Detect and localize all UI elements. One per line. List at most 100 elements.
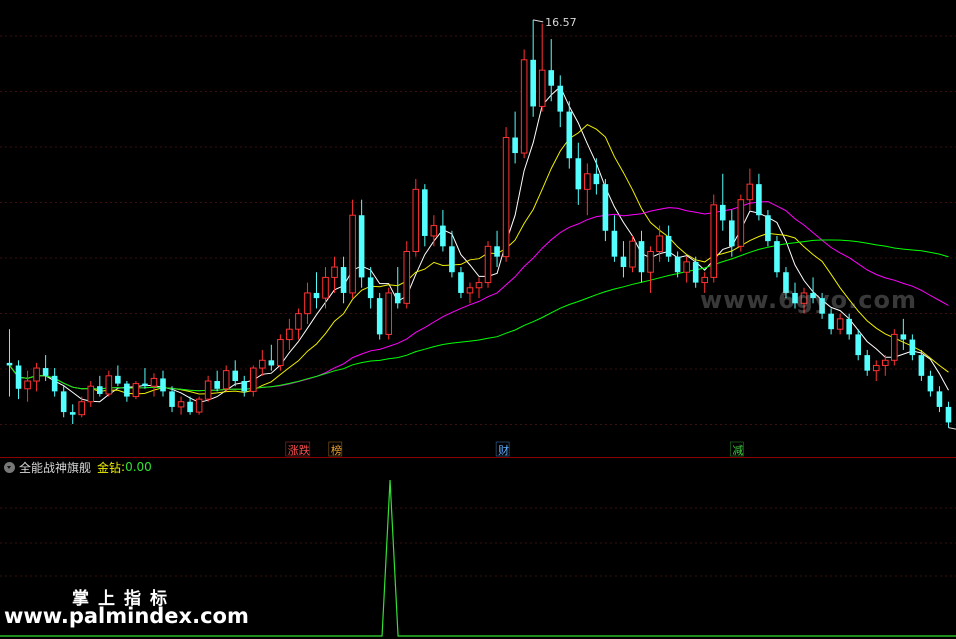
candle-body <box>42 368 49 376</box>
event-label: 涨跌 <box>288 443 310 457</box>
candle-body <box>692 261 699 283</box>
candle-body <box>864 355 871 371</box>
candle-body <box>638 241 645 273</box>
candle-body <box>241 381 248 392</box>
candle <box>385 287 393 340</box>
candle <box>927 370 934 397</box>
candle <box>403 241 411 309</box>
candle-body <box>665 235 672 257</box>
candle <box>60 386 67 418</box>
candle-body <box>385 292 393 335</box>
candle-body <box>169 391 175 407</box>
candle-body <box>701 276 709 284</box>
candle-body <box>422 189 428 236</box>
candle <box>484 241 492 288</box>
candle-body <box>494 246 500 257</box>
candle <box>475 277 483 299</box>
watermark-url: www.palmindex.com <box>4 604 249 628</box>
candle-body <box>584 173 591 190</box>
candle-body <box>566 111 573 159</box>
candle-body <box>160 378 166 392</box>
candle-body <box>475 282 483 289</box>
candle-body <box>87 385 95 403</box>
candle-body <box>828 313 834 330</box>
ma-line-5 <box>9 85 949 403</box>
candle <box>412 178 420 257</box>
candle-body <box>729 220 735 247</box>
candle-body <box>340 267 347 293</box>
candle-body <box>60 391 67 413</box>
candle-body <box>150 377 158 387</box>
candle <box>259 349 266 376</box>
panel-separator <box>0 457 956 458</box>
event-label: 榜 <box>331 443 342 457</box>
candle <box>629 235 636 273</box>
candle <box>593 158 600 195</box>
candle <box>132 381 140 400</box>
collapse-icon[interactable] <box>4 461 15 473</box>
candle-body <box>33 367 40 382</box>
candle <box>557 75 564 128</box>
background-watermark: www.6gyo.com <box>700 286 917 314</box>
candle-body <box>538 69 546 107</box>
candle <box>150 373 158 397</box>
candle-body <box>918 355 925 376</box>
candle-body <box>674 256 681 273</box>
candle-body <box>430 225 438 237</box>
candle <box>909 334 916 361</box>
candle <box>15 360 22 400</box>
candle-body <box>945 406 952 423</box>
price-chart[interactable]: 16.578.77涨跌榜财减 <box>0 0 956 458</box>
candle <box>331 256 338 293</box>
candle-body <box>358 215 365 278</box>
candle-body <box>449 246 455 273</box>
candle-body <box>746 183 754 201</box>
candle-body <box>214 381 220 389</box>
candle <box>313 272 320 309</box>
candle-body <box>872 364 880 372</box>
candle <box>142 368 148 389</box>
candle-body <box>403 250 411 304</box>
candle <box>87 381 95 407</box>
candle <box>214 370 220 392</box>
candle <box>502 127 510 262</box>
candle-body <box>376 298 383 335</box>
candle <box>520 49 528 159</box>
candle <box>512 111 518 164</box>
candle-body <box>458 272 464 293</box>
candle-body <box>855 334 861 356</box>
candle <box>665 225 672 262</box>
candle-body <box>97 386 103 394</box>
indicator-header: 全能战神旗舰 金钻 : 0.00 <box>0 459 152 475</box>
candle-body <box>286 328 293 341</box>
candle <box>304 282 311 325</box>
candle-body <box>195 398 203 413</box>
indicator-value: 0.00 <box>125 460 152 474</box>
candle-body <box>277 339 284 366</box>
candle <box>774 235 780 278</box>
event-label: 减 <box>732 444 743 457</box>
candle-body <box>69 412 76 415</box>
candle <box>105 370 113 397</box>
candle <box>864 349 871 376</box>
candle <box>286 318 293 350</box>
candle <box>177 396 185 415</box>
candle <box>872 360 880 382</box>
candle-body <box>124 383 130 397</box>
candle <box>836 313 844 335</box>
candle-body <box>611 230 618 257</box>
candle <box>575 142 582 205</box>
candle-body <box>936 391 943 407</box>
candle-body <box>259 359 266 369</box>
candle-body <box>593 173 600 185</box>
candle-body <box>132 383 140 398</box>
candle <box>891 329 898 366</box>
candle <box>340 256 347 304</box>
candle <box>222 365 230 392</box>
candle <box>647 246 654 293</box>
candle-body <box>683 261 690 273</box>
candle-body <box>520 59 528 154</box>
candle <box>124 381 130 402</box>
candle <box>97 375 103 397</box>
indicator-name: 全能战神旗舰 <box>19 460 92 475</box>
